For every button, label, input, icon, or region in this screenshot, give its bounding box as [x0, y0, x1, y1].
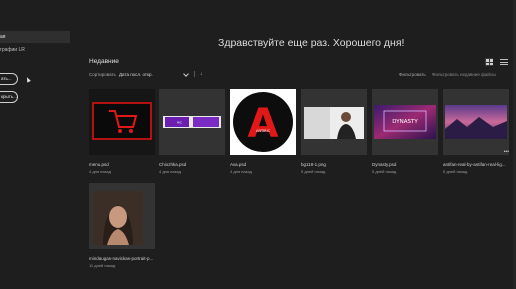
list-view-icon[interactable]: [500, 58, 508, 66]
sort-label: Сортировать: [89, 72, 116, 77]
file-name: mindaugas-navickas-portrait-p...: [89, 256, 154, 261]
file-name: Ava.psd: [230, 162, 247, 167]
welcome-greeting: Здравствуйте еще раз. Хорошего дня!: [218, 37, 405, 49]
file-date: 11 дней назад: [89, 263, 116, 268]
file-card[interactable]: RIC Chiozhka.psd 4 дня назад: [159, 89, 225, 174]
banner-image-icon: RIC: [159, 89, 225, 155]
svg-text:ANTIRIC: ANTIRIC: [256, 129, 271, 133]
file-thumbnail[interactable]: A ANTIRIC: [230, 89, 296, 155]
file-date: 4 дня назад: [230, 169, 252, 174]
svg-text:A: A: [248, 101, 279, 147]
sidebar-item-home[interactable]: ая: [0, 31, 70, 43]
sidebar-item-lr-photos[interactable]: графии LR: [0, 47, 25, 53]
chevron-down-icon[interactable]: [183, 71, 189, 77]
file-thumbnail[interactable]: [89, 89, 155, 155]
file-card[interactable]: ••• antifan-real-by-antifan-real-lig... …: [443, 89, 509, 174]
file-card[interactable]: mindaugas-navickas-portrait-p... 11 дней…: [89, 183, 155, 268]
file-thumbnail[interactable]: [89, 183, 155, 249]
dynasty-banner-icon: DYNASTY: [372, 89, 438, 155]
file-thumbnail[interactable]: DYNASTY: [372, 89, 438, 155]
file-card[interactable]: bg118-1.png 5 дней назад: [301, 89, 367, 174]
avatar-logo-icon: A ANTIRIC: [230, 89, 296, 155]
portrait-photo-icon: [89, 183, 155, 249]
sidebar: ая графии LR ать... крыть...: [0, 0, 74, 289]
grid-view-icon[interactable]: [485, 58, 493, 66]
filter-label: Фильтровать: [399, 72, 426, 77]
file-thumbnail[interactable]: RIC: [159, 89, 225, 155]
landscape-image-icon: [443, 89, 509, 155]
file-name: antifan-real-by-antifan-real-lig...: [443, 162, 506, 167]
file-card[interactable]: A ANTIRIC Ava.psd 4 дня назад: [230, 89, 296, 174]
sort-dropdown[interactable]: Дата посл. откр.: [119, 72, 153, 77]
open-button[interactable]: крыть...: [0, 91, 18, 103]
create-new-button[interactable]: ать...: [0, 73, 18, 85]
svg-text:DYNASTY: DYNASTY: [392, 119, 418, 125]
sort-direction-icon[interactable]: ↓: [200, 71, 203, 77]
photo-man-icon: [301, 89, 367, 155]
file-card[interactable]: DYNASTY Dynasty.psd 5 дней назад: [372, 89, 438, 174]
file-name: Dynasty.psd: [372, 162, 397, 167]
more-options-icon[interactable]: •••: [504, 149, 509, 155]
cart-icon: [89, 89, 155, 155]
file-date: 5 дней назад: [372, 169, 397, 174]
file-card[interactable]: menu.psd 4 дня назад: [89, 89, 155, 174]
svg-text:RIC: RIC: [177, 121, 182, 125]
file-thumbnail[interactable]: [301, 89, 367, 155]
file-name: bg118-1.png: [301, 162, 326, 167]
file-date: 4 дня назад: [89, 169, 111, 174]
file-name: menu.psd: [89, 162, 109, 167]
divider: [194, 71, 195, 77]
recent-title: Недавние: [89, 58, 119, 65]
file-date: 5 дней назад: [443, 169, 468, 174]
filter-input[interactable]: [432, 70, 504, 78]
file-thumbnail[interactable]: •••: [443, 89, 509, 155]
mouse-cursor-icon: [25, 76, 31, 83]
file-date: 4 дня назад: [159, 169, 181, 174]
file-date: 5 дней назад: [301, 169, 326, 174]
file-name: Chiozhka.psd: [159, 162, 187, 167]
